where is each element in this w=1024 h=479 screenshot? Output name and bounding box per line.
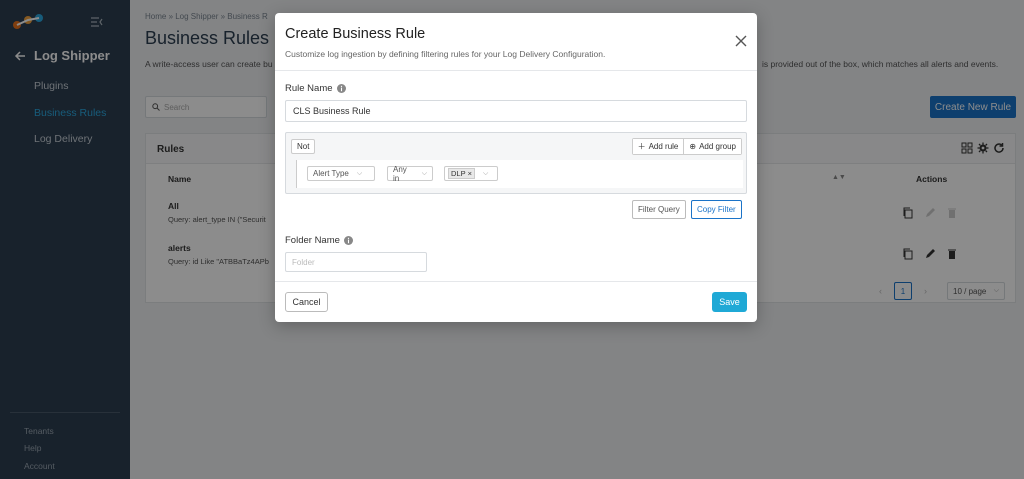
dialog-footer-divider xyxy=(275,281,757,282)
query-builder-actions: ＋ Add rule ⊕ Add group xyxy=(631,138,742,155)
rule-name-label-text: Rule Name xyxy=(285,83,333,94)
create-business-rule-dialog: Create Business Rule Customize log inges… xyxy=(275,13,757,322)
value-tag-label: DLP xyxy=(451,169,466,178)
plus-icon: ＋ xyxy=(637,142,646,151)
info-icon[interactable] xyxy=(336,84,346,93)
dialog-divider xyxy=(275,70,757,71)
rule-name-input[interactable] xyxy=(285,100,747,122)
chevron-down-icon: ⌵ xyxy=(421,169,427,177)
query-rule-row: Alert Type ⌵ Any in ⌵ DLP × ⌵ xyxy=(296,160,743,188)
close-icon[interactable] xyxy=(735,35,747,47)
value-tag: DLP × xyxy=(448,168,475,179)
field-select[interactable]: Alert Type ⌵ xyxy=(307,166,375,181)
plus-circle-icon: ⊕ xyxy=(689,142,697,151)
operator-select-value: Any in xyxy=(393,164,407,183)
field-select-value: Alert Type xyxy=(313,169,349,178)
dialog-title: Create Business Rule xyxy=(285,26,426,42)
value-multiselect[interactable]: DLP × ⌵ xyxy=(444,166,498,181)
dialog-subtitle: Customize log ingestion by defining filt… xyxy=(285,49,606,59)
filter-query-button[interactable]: Filter Query xyxy=(632,200,686,219)
remove-tag-icon[interactable]: × xyxy=(468,169,472,178)
folder-name-label-text: Folder Name xyxy=(285,235,340,246)
folder-name-input[interactable] xyxy=(285,252,427,272)
chevron-down-icon: ⌵ xyxy=(482,169,489,177)
copy-filter-button[interactable]: Copy Filter xyxy=(691,200,742,219)
query-builder: Not ＋ Add rule ⊕ Add group Alert Type ⌵ … xyxy=(285,132,747,194)
info-icon[interactable] xyxy=(343,236,353,245)
rule-name-label: Rule Name xyxy=(285,83,346,94)
add-group-button[interactable]: ⊕ Add group xyxy=(683,139,741,154)
folder-name-label: Folder Name xyxy=(285,235,353,246)
chevron-down-icon: ⌵ xyxy=(356,169,363,177)
add-rule-label: Add rule xyxy=(648,142,679,151)
add-rule-button[interactable]: ＋ Add rule xyxy=(632,139,684,154)
cancel-button[interactable]: Cancel xyxy=(285,292,328,312)
save-button[interactable]: Save xyxy=(712,292,747,312)
operator-select[interactable]: Any in ⌵ xyxy=(387,164,433,183)
not-toggle-button[interactable]: Not xyxy=(291,139,316,154)
add-group-label: Add group xyxy=(699,142,736,151)
